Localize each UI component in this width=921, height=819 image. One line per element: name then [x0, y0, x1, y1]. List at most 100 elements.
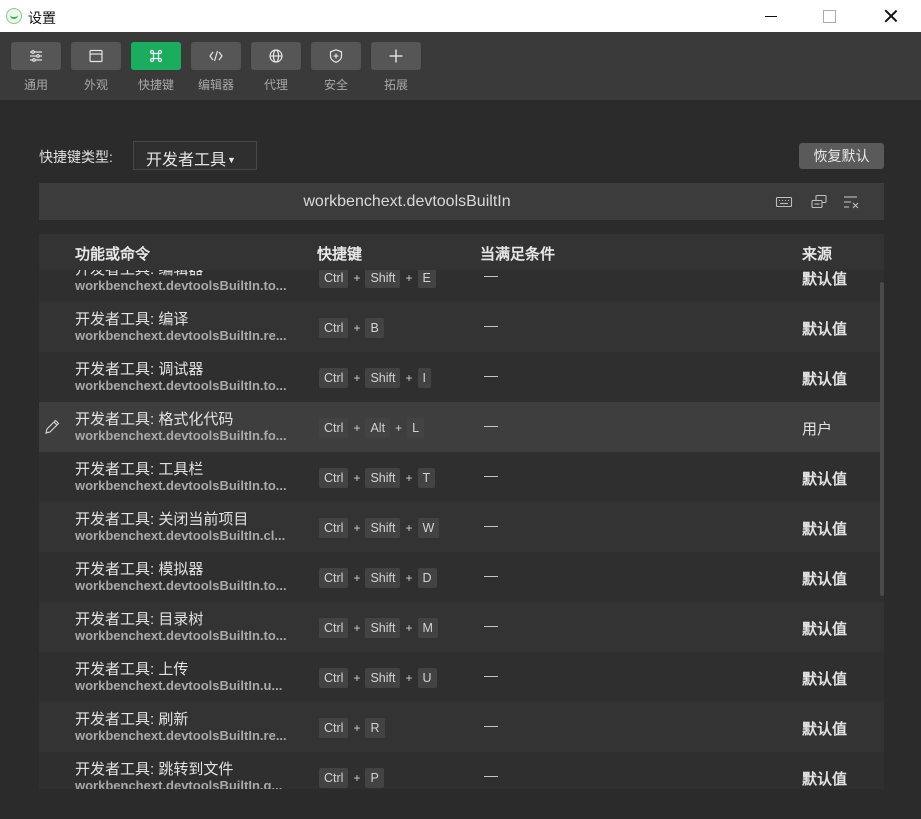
tab-appearance-button[interactable] [71, 42, 121, 70]
table-row[interactable]: 开发者工具: 模拟器 workbenchext.devtoolsBuiltIn.t… [39, 552, 884, 602]
minimize-button[interactable] [742, 0, 800, 32]
key-separator: + [405, 271, 413, 285]
command-id: workbenchext.devtoolsBuiltIn.fo... [75, 428, 287, 443]
globe-icon [269, 49, 283, 63]
vertical-scrollbar[interactable] [880, 282, 884, 596]
keybinding[interactable]: Ctrl + P [319, 768, 384, 788]
tab-extensions[interactable]: 拓展 [371, 42, 421, 93]
key-cap: Ctrl [319, 668, 349, 688]
table-row[interactable]: 开发者工具: 编辑器workbenchext.devtoolsBuiltIn.t… [39, 270, 884, 302]
key-separator: + [405, 571, 413, 585]
table-row[interactable]: 开发者工具: 刷新 workbenchext.devtoolsBuiltIn.re… [39, 702, 884, 752]
when-condition: — [484, 417, 498, 433]
key-separator: + [353, 321, 361, 335]
tab-shortcuts-button[interactable] [131, 42, 181, 70]
keybinding[interactable]: Ctrl + Shift + T [319, 468, 436, 488]
key-separator: + [353, 721, 361, 735]
table-row[interactable]: 开发者工具: 目录树 workbenchext.devtoolsBuiltIn.t… [39, 602, 884, 652]
key-cap: Shift [365, 568, 401, 588]
dropdown-arrow-icon: ▼ [227, 155, 236, 165]
key-cap: Ctrl [319, 618, 349, 638]
header-command[interactable]: 功能或命令 [75, 243, 150, 264]
source-value: 默认值 [802, 621, 848, 638]
close-button[interactable] [862, 0, 920, 32]
keybinding[interactable]: Ctrl + Shift + D [319, 568, 437, 588]
tab-proxy-button[interactable] [251, 42, 301, 70]
when-condition: — [484, 667, 498, 683]
table-row[interactable]: 开发者工具: 调试器 workbenchext.devtoolsBuiltIn.t… [39, 352, 884, 402]
table-row[interactable]: 开发者工具: 上传 workbenchext.devtoolsBuiltIn.u.… [39, 652, 884, 702]
keybinding[interactable]: Ctrl + Shift + U [319, 668, 437, 688]
shortcut-type-value: 开发者工具 [146, 152, 227, 169]
key-separator: + [353, 621, 361, 635]
shortcut-type-label: 快捷键类型: [39, 149, 113, 165]
table-row[interactable]: 开发者工具: 格式化代码 workbenchext.devtoolsBuiltIn… [39, 402, 884, 452]
header-when[interactable]: 当满足条件 [480, 243, 555, 264]
key-cap: Ctrl [319, 418, 349, 438]
key-separator: + [353, 371, 361, 385]
keybinding[interactable]: Ctrl + Shift + W [319, 518, 440, 538]
keybinding[interactable]: Ctrl + Shift + M [319, 618, 438, 638]
tab-proxy[interactable]: 代理 [251, 42, 301, 93]
key-separator: + [353, 571, 361, 585]
edit-icon[interactable] [43, 418, 61, 436]
command-id: workbenchext.devtoolsBuiltIn.to... [75, 478, 287, 493]
tab-general-button[interactable] [11, 42, 61, 70]
table-row[interactable]: 开发者工具: 跳转到文件 workbenchext.devtoolsBuiltIn… [39, 752, 884, 789]
keybinding[interactable]: Ctrl + Alt + L [319, 418, 425, 438]
shortcut-type-select[interactable]: 开发者工具▼ [133, 141, 257, 170]
table-row[interactable]: 开发者工具: 关闭当前项目 workbenchext.devtoolsBuiltI… [39, 502, 884, 552]
key-separator: + [353, 521, 361, 535]
key-cap: M [417, 618, 438, 638]
key-cap: Ctrl [319, 270, 349, 288]
maximize-button[interactable] [800, 0, 858, 32]
source-value: 默认值 [802, 371, 848, 388]
tab-extensions-button[interactable] [371, 42, 421, 70]
header-source[interactable]: 来源 [802, 243, 832, 264]
tab-shortcuts[interactable]: 快捷键 [131, 42, 181, 93]
key-separator: + [405, 621, 413, 635]
key-cap: Ctrl [319, 468, 349, 488]
tab-extensions-label: 拓展 [383, 78, 408, 92]
clear-filter-icon[interactable] [842, 193, 860, 211]
command-id: workbenchext.devtoolsBuiltIn.u... [75, 678, 283, 693]
key-cap: U [417, 668, 437, 688]
app-logo-icon [6, 8, 22, 24]
tab-editor-button[interactable] [191, 42, 241, 70]
tab-appearance[interactable]: 外观 [71, 42, 121, 93]
keybinding-list-inner: 开发者工具: 编辑器workbenchext.devtoolsBuiltIn.t… [39, 270, 884, 789]
source-value: 默认值 [802, 721, 848, 738]
keybinding[interactable]: Ctrl + R [319, 718, 385, 738]
source-value: 默认值 [802, 571, 848, 588]
key-cap: Shift [365, 270, 401, 288]
tab-shortcuts-label: 快捷键 [137, 78, 174, 92]
tab-editor[interactable]: 编辑器 [191, 42, 241, 93]
source-value: 用户 [802, 421, 833, 438]
keybinding-list[interactable]: 开发者工具: 编辑器workbenchext.devtoolsBuiltIn.t… [39, 270, 884, 789]
header-keybinding[interactable]: 快捷键 [317, 243, 362, 264]
key-separator: + [405, 671, 413, 685]
keybinding[interactable]: Ctrl + B [319, 318, 384, 338]
keybinding[interactable]: Ctrl + Shift + I [319, 368, 431, 388]
key-cap: Ctrl [319, 368, 349, 388]
when-condition: — [484, 317, 498, 333]
reset-default-button[interactable]: 恢复默认 [799, 143, 884, 169]
tab-general[interactable]: 通用 [11, 42, 61, 93]
keyboard-icon[interactable] [775, 193, 793, 211]
table-row[interactable]: 开发者工具: 编译 workbenchext.devtoolsBuiltIn.re… [39, 302, 884, 352]
command-title: 开发者工具: 关闭当前项目 [75, 511, 249, 528]
command-id: workbenchext.devtoolsBuiltIn.g... [75, 778, 283, 789]
key-separator: + [353, 271, 361, 285]
tab-security-label: 安全 [323, 78, 348, 92]
key-cap: I [417, 368, 431, 388]
copy-keybindings-icon[interactable] [810, 193, 828, 211]
table-row[interactable]: 开发者工具: 工具栏 workbenchext.devtoolsBuiltIn.t… [39, 452, 884, 502]
key-cap: Shift [365, 518, 401, 538]
key-cap: R [365, 718, 385, 738]
minimize-icon [765, 15, 777, 17]
when-condition: — [484, 717, 498, 733]
keybinding[interactable]: Ctrl + Shift + E [319, 270, 436, 288]
tab-security[interactable]: 安全 [311, 42, 361, 93]
source-value: 默认值 [802, 671, 848, 688]
tab-security-button[interactable] [311, 42, 361, 70]
